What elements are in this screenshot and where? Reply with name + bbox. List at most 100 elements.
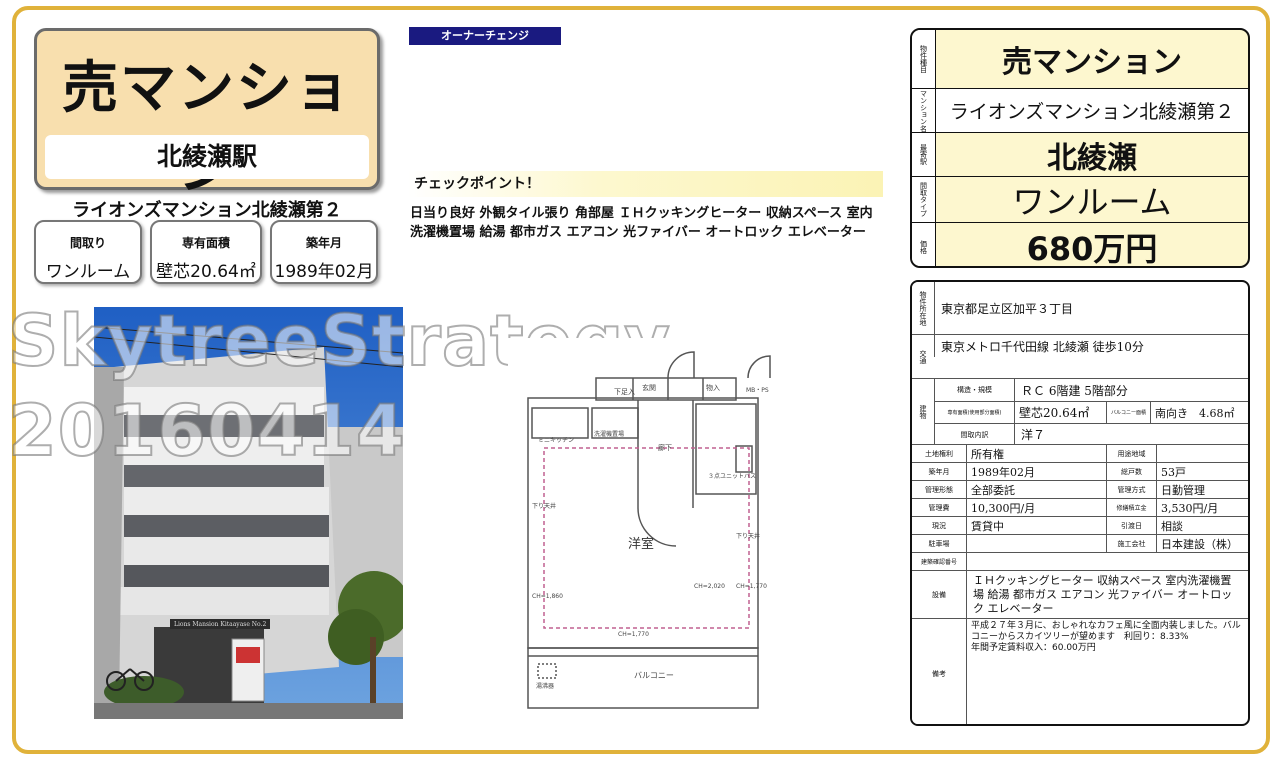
detail-label-area: 専有面積(使用部分面積): [934, 401, 1014, 423]
detail-row-fee: 管理費 10,300円/月 修繕積立金 3,530円/月: [912, 498, 1248, 516]
plan-label-geta: 下足入: [614, 388, 635, 396]
detail-row-remarks: 備考 平成２７年３月に、おしゃれなカフェ風に全面内装しました。バルコニーからスカ…: [912, 618, 1248, 724]
detail-value-repair: 3,530円/月: [1156, 499, 1248, 516]
detail-value-units: 53戸: [1156, 463, 1248, 480]
summary-row-type: 物件種目 売マンション: [912, 30, 1248, 88]
detail-value-mgmt-method: 日勤管理: [1156, 481, 1248, 498]
plan-label-kyuto: 湯沸器: [536, 682, 554, 690]
plan-label-monoire: 物入: [706, 383, 720, 392]
chip-layout-value: ワンルーム: [45, 262, 131, 282]
detail-label-units: 総戸数: [1106, 463, 1156, 480]
detail-value-structure: ＲＣ 6階建 5階部分: [1014, 379, 1248, 401]
plan-label-ch-3: CH=1,770: [736, 583, 767, 590]
detail-row-status: 現況 賃貸中 引渡日 相談: [912, 516, 1248, 534]
detail-row-built: 築年月 1989年02月 総戸数 53戸: [912, 462, 1248, 480]
detail-row-land: 土地権利 所有権 用途地域: [912, 444, 1248, 462]
chip-area-label: 専有面積: [181, 236, 230, 250]
plan-label-rouka: 廊下: [658, 443, 672, 452]
detail-row-building: 建物 構造・規模 ＲＣ 6階建 5階部分 専有面積(使用部分面積) 壁芯20.6…: [912, 378, 1248, 445]
detail-row-traffic: 交通 東京メトロ千代田線 北綾瀬 徒歩10分: [912, 334, 1248, 378]
detail-value-remarks: 平成２７年３月に、おしゃれなカフェ風に全面内装しました。バルコニーからスカイツリ…: [971, 621, 1241, 642]
plan-label-washer: 洗濯機置場: [594, 430, 624, 438]
plan-label-youshitsu: 洋室: [628, 536, 654, 552]
detail-row-address: 物件所在地 東京都足立区加平３丁目: [912, 282, 1248, 334]
plan-label-sagari-1: 下り天井: [532, 502, 556, 510]
detail-value-mgmt-form: 全部委託: [966, 481, 1106, 498]
detail-label-mgmt-form: 管理形態: [912, 481, 966, 498]
summary-side-price: 価格: [912, 223, 936, 266]
plan-label-genkan: 玄関: [642, 383, 656, 392]
detail-row-mgmt: 管理形態 全部委託 管理方式 日勤管理: [912, 480, 1248, 498]
detail-label-zone: 用途地域: [1106, 445, 1156, 462]
detail-label-handover: 引渡日: [1106, 517, 1156, 534]
plan-label-ch-2: CH=2,020: [694, 583, 725, 590]
chip-built-label: 築年月: [305, 236, 342, 250]
detail-label-mgmt-method: 管理方式: [1106, 481, 1156, 498]
detail-label-builder: 施工会社: [1106, 535, 1156, 552]
floor-plan: 下足入 玄関 物入 MB・PS ミニキッチン 洗濯機置場 廊下 ３点ユニットバス…: [508, 338, 811, 710]
chip-layout: 間取り ワンルーム: [34, 220, 142, 284]
chip-built: 築年月 1989年02月: [270, 220, 378, 284]
chip-built-value: 1989年02月: [274, 262, 374, 282]
detail-value-parking: [966, 535, 1106, 552]
detail-value-remarks-block: 平成２７年３月に、おしゃれなカフェ風に全面内装しました。バルコニーからスカイツリ…: [966, 619, 1248, 724]
plan-label-ch-4: CH=1,770: [618, 631, 649, 638]
property-type-box: 売マンション 北綾瀬駅: [34, 28, 380, 202]
detail-value-status: 賃貸中: [966, 517, 1106, 534]
owner-change-badge: オーナーチェンジ: [409, 27, 561, 45]
detail-value-traffic: 東京メトロ千代田線 北綾瀬 徒歩10分: [934, 335, 1248, 357]
detail-label-repair: 修繕積立金: [1106, 499, 1156, 516]
detail-value-layout: 洋７: [1014, 423, 1248, 445]
detail-label-permit: 建築確認番号: [912, 553, 966, 570]
chip-layout-label: 間取り: [69, 236, 106, 250]
summary-side-layout: 間取タイプ: [912, 177, 936, 222]
plan-label-sagari-2: 下り天井: [736, 532, 760, 540]
detail-label-status: 現況: [912, 517, 966, 534]
floor-plan-drawing: 下足入 玄関 物入 MB・PS ミニキッチン 洗濯機置場 廊下 ３点ユニットバス…: [508, 338, 811, 710]
detail-label-balcony: バルコニー面積: [1106, 401, 1150, 423]
detail-label-remarks: 備考: [912, 619, 966, 724]
plan-label-kitchen: ミニキッチン: [538, 437, 574, 444]
chip-area: 専有面積 壁芯20.64㎡: [150, 220, 262, 284]
checkpoint-text: 日当り良好 外観タイル張り 角部屋 ＩＨクッキングヒーター 収納スペース 室内洗…: [410, 206, 873, 240]
detail-label-layout: 間取内訳: [934, 423, 1014, 445]
chip-area-value: 壁芯20.64㎡: [156, 262, 256, 282]
detail-value-equipment: ＩＨクッキングヒーター 収納スペース 室内洗濯機置場 給湯 都市ガス エアコン …: [966, 571, 1248, 618]
property-type-title: 売マンション: [62, 56, 352, 202]
summary-value-price: 680万円: [1026, 229, 1158, 268]
summary-row-layout: 間取タイプ ワンルーム: [912, 176, 1248, 222]
detail-label-equipment: 設備: [912, 571, 966, 618]
detail-label-land: 土地権利: [912, 445, 966, 462]
detail-row-equipment: 設備 ＩＨクッキングヒーター 収納スペース 室内洗濯機置場 給湯 都市ガス エア…: [912, 570, 1248, 618]
summary-row-mansion: マンション名 ライオンズマンション北綾瀬第２: [912, 88, 1248, 132]
summary-value-layout: ワンルーム: [1012, 182, 1172, 221]
detail-label-parking: 駐車場: [912, 535, 966, 552]
summary-table: 物件種目 売マンション マンション名 ライオンズマンション北綾瀬第２ 最寄駅 北…: [910, 28, 1250, 268]
plan-label-ch-1: CH=1,860: [532, 593, 563, 600]
watermark-line-2: 20160414: [7, 389, 406, 473]
detail-label-structure: 構造・規模: [934, 379, 1014, 401]
detail-value-permit: [966, 553, 1248, 570]
summary-side-type: 物件種目: [912, 30, 936, 88]
detail-value-balcony: 南向き 4.68㎡: [1150, 401, 1248, 423]
detail-row-permit: 建築確認番号: [912, 552, 1248, 570]
detail-value-remarks-2: 年間予定賃料収入：60.00万円: [971, 643, 1096, 653]
detail-value-mgmt-fee: 10,300円/月: [966, 499, 1106, 516]
summary-row-station: 最寄駅 北綾瀬: [912, 132, 1248, 176]
summary-value-mansion: ライオンズマンション北綾瀬第２: [949, 101, 1235, 123]
detail-label-address: 物件所在地: [912, 282, 934, 334]
detail-value-address: 東京都足立区加平３丁目: [934, 282, 1248, 334]
plan-label-mbps: MB・PS: [746, 387, 769, 394]
detail-table: 物件所在地 東京都足立区加平３丁目 交通 東京メトロ千代田線 北綾瀬 徒歩10分…: [910, 280, 1250, 726]
detail-value-builder: 日本建設（株）: [1156, 535, 1248, 552]
detail-label-mgmt-fee: 管理費: [912, 499, 966, 516]
detail-row-parking: 駐車場 施工会社 日本建設（株）: [912, 534, 1248, 552]
detail-value-built: 1989年02月: [966, 463, 1106, 480]
detail-label-built: 築年月: [912, 463, 966, 480]
checkpoint-heading: チェックポイント！: [408, 171, 883, 197]
summary-side-mansion: マンション名: [912, 89, 936, 132]
summary-side-station: 最寄駅: [912, 133, 936, 176]
building-name: ライオンズマンション北綾瀬第２: [72, 200, 342, 221]
detail-value-zone: [1156, 445, 1248, 462]
plan-label-balcony: バルコニー: [634, 671, 674, 680]
